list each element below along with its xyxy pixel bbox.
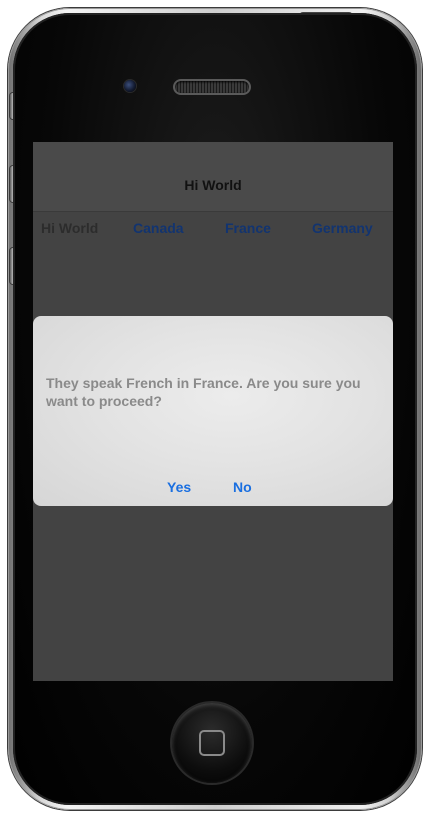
segment-tabs: Hi World Canada France Germany [33,212,393,242]
no-button[interactable]: No [233,479,252,495]
navigation-bar: Hi World [33,142,393,212]
earpiece-speaker [175,81,249,93]
yes-button[interactable]: Yes [167,479,191,495]
front-camera-icon [124,80,136,92]
confirmation-alert: They speak French in France. Are you sur… [33,316,393,506]
home-square-icon [199,730,225,756]
tab-france[interactable]: France [225,220,271,236]
home-button[interactable] [172,703,252,783]
alert-message: They speak French in France. Are you sur… [46,375,361,409]
tab-canada[interactable]: Canada [133,220,184,236]
nav-title: Hi World [184,177,242,193]
device-screen: Hi World Hi World Canada France Germany … [33,142,393,681]
tab-germany[interactable]: Germany [312,220,373,236]
tab-hi-world[interactable]: Hi World [41,220,98,236]
